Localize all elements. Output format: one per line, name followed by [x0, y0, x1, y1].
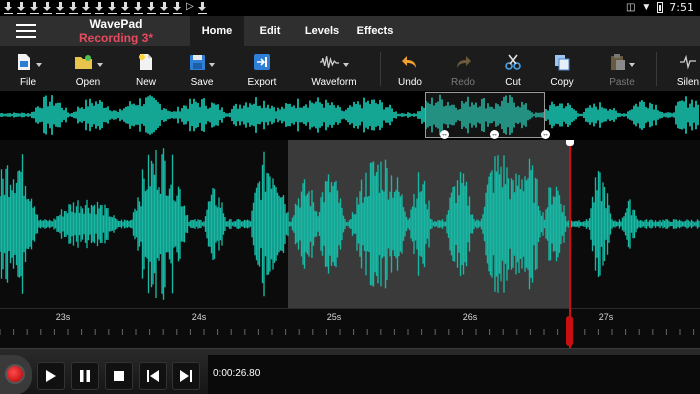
download-icon [134, 1, 143, 14]
file-icon [17, 54, 30, 70]
time-display: 0:00:26.80 [208, 355, 700, 394]
download-icon [197, 1, 207, 14]
clock: 7:51 [669, 1, 694, 14]
download-icon [56, 1, 65, 14]
waveform-path [0, 94, 699, 136]
home-toolbar: File Open New Save Export Waveform Undo … [0, 46, 700, 92]
app-header: WavePad Recording 3* Home Edit Levels Ef… [0, 16, 700, 46]
skip-back-icon [147, 370, 159, 382]
paste-icon [610, 54, 625, 70]
export-button[interactable]: Export [240, 46, 284, 92]
skip-to-end-button[interactable] [172, 362, 200, 390]
toolbar-divider [656, 52, 657, 86]
waveform-editor[interactable] [0, 140, 700, 308]
play-button[interactable] [37, 362, 65, 390]
paste-button[interactable]: Paste [600, 46, 644, 92]
download-icon [43, 1, 52, 14]
file-button[interactable]: File [6, 46, 50, 92]
new-button[interactable]: New [126, 46, 166, 92]
time-ruler[interactable]: 23s 24s 25s 26s 27s [0, 308, 700, 348]
save-icon [190, 54, 205, 70]
file-name: Recording 3* [78, 31, 153, 45]
save-button[interactable]: Save [180, 46, 224, 92]
stop-button[interactable] [105, 362, 133, 390]
notification-icons: ▷ [4, 1, 207, 14]
battery-icon [657, 2, 664, 13]
download-icon [108, 1, 117, 14]
download-icon [4, 1, 13, 14]
playhead-top-marker[interactable] [566, 140, 574, 146]
wifi-icon: ▼ [641, 2, 652, 13]
app-title: WavePad Recording 3* [62, 17, 170, 45]
tick-label: 25s [326, 312, 342, 322]
current-time: 0:00:26.80 [213, 368, 261, 379]
hamburger-menu-icon[interactable] [16, 24, 36, 38]
download-icon [160, 1, 169, 14]
export-icon [254, 54, 270, 70]
download-icon [173, 1, 182, 14]
vibrate-icon: ◫ [625, 2, 636, 13]
toolbar-divider [380, 52, 381, 86]
silence-button[interactable]: Silen [668, 46, 700, 92]
tick-label: 27s [598, 312, 614, 322]
copy-icon [555, 55, 570, 71]
main-waveform [0, 148, 700, 300]
overview-waveform [0, 94, 699, 136]
waveform-overview[interactable]: ↔ ↔ ↔ [0, 92, 700, 140]
range-handle-right[interactable]: ↔ [541, 130, 550, 139]
app-name: WavePad [89, 17, 143, 31]
waveform-path [0, 148, 700, 300]
tab-edit[interactable]: Edit [248, 16, 292, 46]
new-file-icon [139, 54, 152, 70]
skip-forward-icon [180, 370, 192, 382]
range-handle-middle[interactable]: ↔ [490, 130, 499, 139]
ruler-ticks [0, 329, 695, 335]
tab-home[interactable]: Home [190, 16, 244, 46]
download-icon [82, 1, 91, 14]
record-button[interactable] [0, 355, 32, 394]
redo-button[interactable]: Redo [443, 46, 483, 92]
download-icon [121, 1, 130, 14]
range-handle-left[interactable]: ↔ [440, 130, 449, 139]
waveform-icon [319, 56, 340, 68]
play-store-icon: ▷ [186, 1, 194, 12]
skip-to-start-button[interactable] [139, 362, 167, 390]
download-icon [147, 1, 156, 14]
download-icon [69, 1, 78, 14]
scissors-icon [505, 54, 521, 70]
copy-button[interactable]: Copy [542, 46, 582, 92]
tab-levels[interactable]: Levels [298, 16, 346, 46]
silence-icon [680, 54, 696, 70]
tick-label: 23s [55, 312, 71, 322]
stop-icon [114, 371, 124, 381]
open-folder-icon [74, 55, 92, 69]
status-bar: ▷ ◫ ▼ 7:51 [0, 0, 700, 16]
open-button[interactable]: Open [66, 46, 110, 92]
play-icon [46, 370, 56, 382]
ruler-tick-marks [0, 329, 695, 335]
download-icon [30, 1, 39, 14]
redo-icon [457, 56, 471, 68]
playhead-handle[interactable] [566, 316, 573, 346]
transport-bar: 0:00:26.80 [0, 348, 700, 394]
download-icon [17, 1, 26, 14]
waveform-button[interactable]: Waveform [306, 46, 362, 92]
undo-icon [402, 56, 416, 68]
pause-button[interactable] [71, 362, 99, 390]
download-icon [95, 1, 104, 14]
record-icon [5, 364, 25, 384]
tick-label: 24s [191, 312, 207, 322]
tab-effects[interactable]: Effects [350, 16, 400, 46]
cut-button[interactable]: Cut [493, 46, 533, 92]
tick-label: 26s [462, 312, 478, 322]
pause-icon [80, 370, 90, 382]
undo-button[interactable]: Undo [390, 46, 430, 92]
